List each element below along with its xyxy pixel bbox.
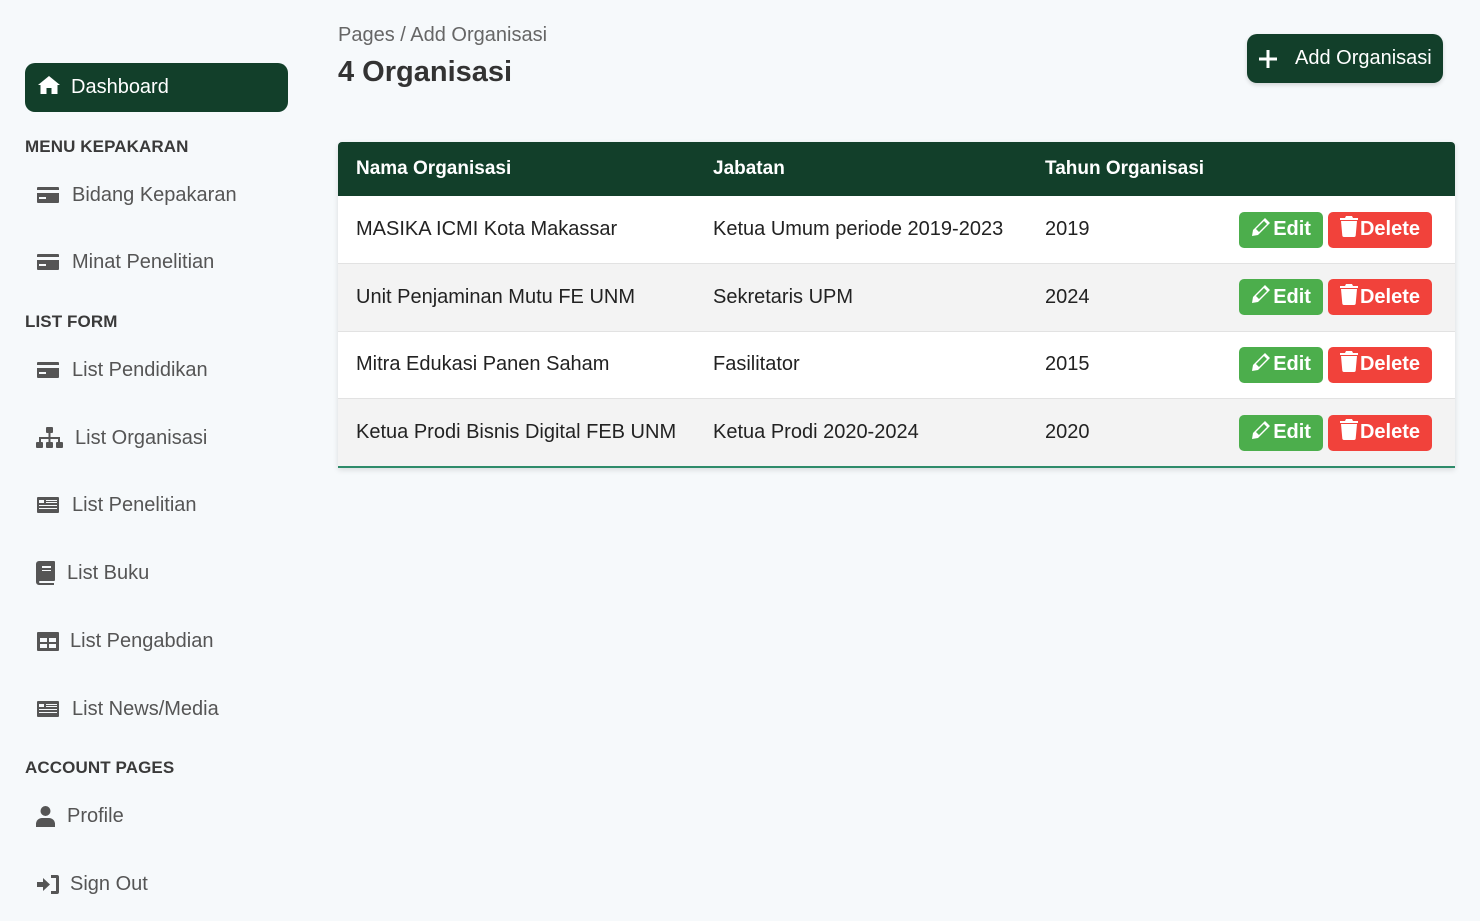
organisasi-table: Nama Organisasi Jabatan Tahun Organisasi…: [338, 142, 1455, 468]
plus-icon: [1259, 45, 1279, 73]
sidebar-item-sign-out[interactable]: Sign Out: [36, 867, 148, 901]
sidebar-item-label: List Organisasi: [75, 426, 208, 449]
sidebar-item-label: Sign Out: [70, 872, 148, 895]
newspaper-icon: [36, 493, 60, 517]
table-header-row: Nama Organisasi Jabatan Tahun Organisasi: [338, 142, 1455, 196]
table-row: Unit Penjaminan Mutu FE UNM Sekretaris U…: [338, 263, 1455, 332]
sidebar-item-label: List Pengabdian: [70, 629, 214, 652]
add-organisasi-button[interactable]: Add Organisasi: [1247, 34, 1443, 83]
cell-actions: Edit Delete: [1217, 263, 1455, 332]
sidebar-item-label: Profile: [67, 804, 124, 827]
section-title-list-form: LIST FORM: [25, 312, 118, 331]
sidebar-item-list-organisasi[interactable]: List Organisasi: [36, 421, 207, 455]
cell-nama: Mitra Edukasi Panen Saham: [338, 331, 695, 399]
trash-icon: [1339, 216, 1360, 243]
trash-icon: [1339, 351, 1360, 378]
sidebar-item-list-news-media[interactable]: List News/Media: [36, 692, 219, 726]
sidebar-item-list-buku[interactable]: List Buku: [36, 556, 149, 590]
sidebar-item-label: List Buku: [67, 561, 150, 584]
sitemap-icon: [36, 426, 63, 450]
sidebar-item-dashboard[interactable]: Dashboard: [25, 63, 288, 112]
cell-jabatan: Ketua Umum periode 2019-2023: [695, 196, 1027, 264]
cell-tahun: 2024: [1027, 263, 1217, 332]
pencil-icon: [1251, 217, 1273, 243]
home-icon: [37, 74, 61, 101]
cell-tahun: 2015: [1027, 331, 1217, 399]
add-organisasi-label: Add Organisasi: [1295, 47, 1432, 69]
cell-nama: Unit Penjaminan Mutu FE UNM: [338, 263, 695, 332]
table-row: MASIKA ICMI Kota Makassar Ketua Umum per…: [338, 196, 1455, 264]
cell-nama: MASIKA ICMI Kota Makassar: [338, 196, 695, 264]
sidebar-item-list-pengabdian[interactable]: List Pengabdian: [36, 624, 213, 658]
delete-button[interactable]: Delete: [1327, 346, 1432, 383]
pencil-icon: [1251, 420, 1273, 446]
cell-actions: Edit Delete: [1217, 331, 1455, 399]
cell-jabatan: Sekretaris UPM: [695, 263, 1027, 332]
sidebar-item-label: List Pendidikan: [72, 358, 208, 381]
section-title-kepakaran: MENU KEPAKARAN: [25, 137, 189, 156]
table-row: Mitra Edukasi Panen Saham Fasilitator 20…: [338, 331, 1455, 399]
sidebar: Dashboard MENU KEPAKARAN Bidang Kepakara…: [0, 0, 310, 921]
cell-actions: Edit Delete: [1217, 398, 1455, 466]
credit-card-icon: [36, 183, 60, 207]
delete-button[interactable]: Delete: [1327, 414, 1432, 451]
sidebar-item-minat-penelitian[interactable]: Minat Penelitian: [36, 245, 214, 279]
user-icon: [36, 804, 55, 828]
edit-button[interactable]: Edit: [1239, 279, 1323, 316]
column-header-nama: Nama Organisasi: [338, 142, 695, 196]
newspaper-icon: [36, 697, 60, 721]
edit-button[interactable]: Edit: [1239, 211, 1323, 248]
table-row: Ketua Prodi Bisnis Digital FEB UNM Ketua…: [338, 398, 1455, 466]
cell-jabatan: Ketua Prodi 2020-2024: [695, 398, 1027, 466]
cell-tahun: 2020: [1027, 398, 1217, 466]
book-icon: [36, 561, 55, 585]
table-icon: [36, 629, 60, 653]
sidebar-item-label: List Penelitian: [72, 493, 197, 516]
cell-actions: Edit Delete: [1217, 196, 1455, 264]
cell-jabatan: Fasilitator: [695, 331, 1027, 399]
sign-in-icon: [36, 872, 60, 896]
sidebar-item-label: Bidang Kepakaran: [72, 183, 237, 206]
sidebar-item-bidang-kepakaran[interactable]: Bidang Kepakaran: [36, 178, 237, 212]
breadcrumb: Pages / Add Organisasi: [338, 24, 548, 46]
credit-card-icon: [36, 250, 60, 274]
edit-button[interactable]: Edit: [1239, 414, 1323, 451]
pencil-icon: [1251, 352, 1273, 378]
column-header-actions: [1217, 142, 1455, 196]
sidebar-item-label: Minat Penelitian: [72, 250, 215, 273]
sidebar-item-profile[interactable]: Profile: [36, 799, 124, 833]
sidebar-item-label: Dashboard: [71, 76, 169, 98]
page-title: 4 Organisasi: [338, 56, 513, 88]
edit-button[interactable]: Edit: [1239, 346, 1323, 383]
cell-tahun: 2019: [1027, 196, 1217, 264]
sidebar-item-list-penelitian[interactable]: List Penelitian: [36, 488, 197, 522]
delete-button[interactable]: Delete: [1327, 211, 1432, 248]
trash-icon: [1339, 283, 1360, 311]
column-header-tahun: Tahun Organisasi: [1027, 142, 1217, 196]
credit-card-icon: [36, 358, 60, 382]
sidebar-item-label: List News/Media: [72, 697, 219, 720]
section-title-account-pages: ACCOUNT PAGES: [25, 758, 175, 777]
pencil-icon: [1251, 284, 1273, 310]
trash-icon: [1339, 419, 1360, 446]
sidebar-item-list-pendidikan[interactable]: List Pendidikan: [36, 353, 208, 387]
delete-button[interactable]: Delete: [1327, 279, 1432, 316]
cell-nama: Ketua Prodi Bisnis Digital FEB UNM: [338, 398, 695, 466]
column-header-jabatan: Jabatan: [695, 142, 1027, 196]
